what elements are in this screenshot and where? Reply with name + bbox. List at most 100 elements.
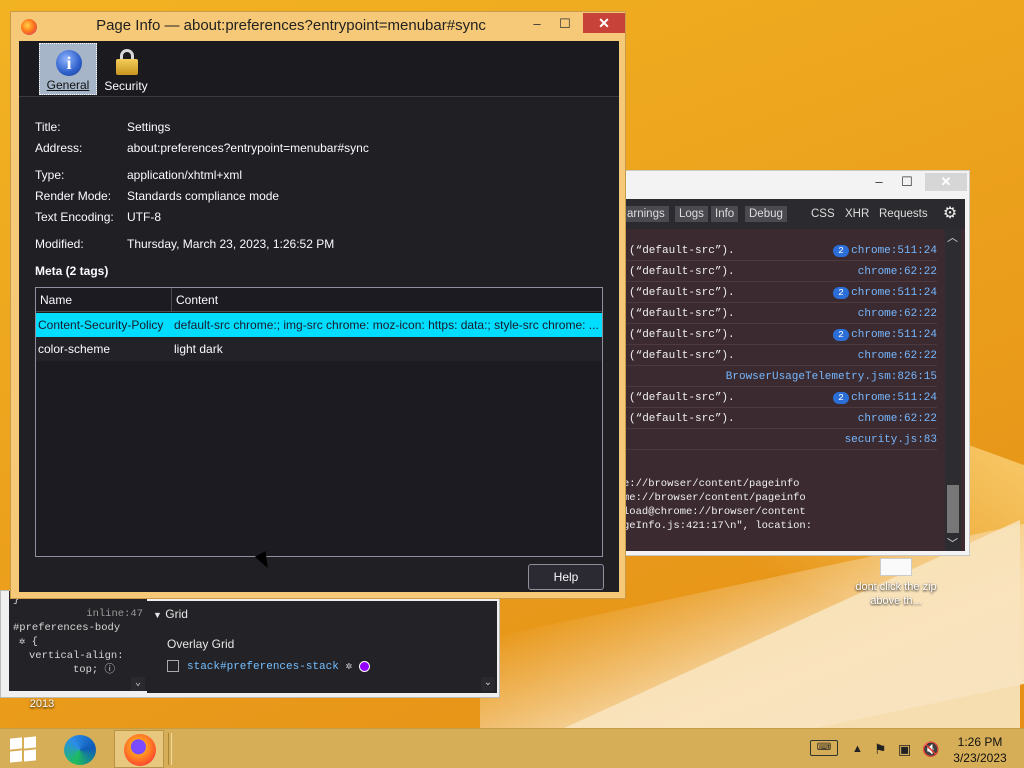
render-mode-value: Standards compliance mode [127, 189, 280, 203]
console-row: (“default-src”). 2 chrome:511:24 [623, 283, 937, 303]
rules-scroll-down[interactable]: ⌄ [131, 677, 145, 691]
filter-debug[interactable]: Debug [745, 206, 787, 222]
filter-xhr[interactable]: XHR [841, 206, 873, 222]
edge-icon [64, 735, 96, 765]
grid-item-row: stack#preferences-stack ✲ [167, 659, 370, 673]
clock-time[interactable]: 1:26 PM [952, 735, 1008, 749]
repeat-badge: 2 [833, 329, 849, 341]
console-message: (“default-src”). [629, 350, 735, 362]
console-message: (“default-src”). [629, 413, 735, 425]
rules-pane: } inline:47 #preferences-body ✲ { vertic… [9, 591, 147, 691]
console-source-link[interactable]: BrowserUsageTelemetry.jsm:826:15 [726, 367, 937, 387]
grid-checkbox[interactable] [167, 660, 179, 673]
scroll-thumb[interactable] [947, 485, 959, 533]
table-row[interactable]: Content-Security-Policy default-src chro… [36, 313, 602, 337]
firefox-icon [21, 19, 37, 35]
chevron-down-icon[interactable]: ﹀ [947, 535, 958, 551]
volume-muted-icon[interactable]: 🔇 [922, 740, 939, 758]
tab-label: Security [104, 79, 148, 93]
dialog-content: i General Security Title: Settings Addre… [19, 41, 619, 592]
modified-value: Thursday, March 23, 2023, 1:26:52 PM [127, 237, 335, 251]
console-row: (“default-src”). chrome:62:22 [623, 262, 937, 282]
console-source-link[interactable]: chrome:511:24 [851, 325, 937, 345]
overlay-grid-label: Overlay Grid [167, 637, 235, 651]
tab-security[interactable]: Security [97, 43, 155, 95]
console-titlebar[interactable]: – ☐ ✕ [623, 171, 969, 195]
desktop-file-icon[interactable] [880, 558, 912, 576]
grid-section-header[interactable]: ▼ Grid [153, 607, 188, 621]
console-source-link[interactable]: chrome:62:22 [858, 262, 937, 282]
filter-css[interactable]: CSS [807, 206, 839, 222]
console-scrollbar[interactable]: ︿ ﹀ [945, 229, 961, 551]
rule-line: ✲ { [19, 636, 38, 648]
console-row: (“default-src”). chrome:62:22 [623, 346, 937, 366]
console-source-link[interactable]: chrome:511:24 [851, 241, 937, 261]
help-button[interactable]: Help [528, 564, 604, 590]
console-window[interactable]: – ☐ ✕ arnings Logs Info Debug CSS XHR Re… [622, 170, 970, 556]
maximize-button[interactable]: ☐ [893, 173, 921, 191]
filter-warnings[interactable]: arnings [623, 206, 669, 222]
column-header-name[interactable]: Name [36, 288, 172, 312]
page-info-dialog[interactable]: Page Info — about:preferences?entrypoint… [10, 11, 626, 599]
encoding-value: UTF-8 [127, 210, 161, 224]
chevron-up-icon[interactable]: ︿ [947, 229, 958, 245]
taskbar-edge-button[interactable] [62, 733, 98, 767]
minimize-button[interactable]: – [523, 15, 551, 33]
repeat-badge: 2 [833, 392, 849, 404]
type-value: application/xhtml+xml [127, 168, 243, 182]
start-button[interactable] [10, 736, 38, 763]
address-label: Address: [35, 141, 83, 155]
table-row[interactable]: color-scheme light dark [36, 337, 602, 361]
gear-icon[interactable]: ✲ [345, 661, 352, 673]
console-message: (“default-src”). [629, 287, 735, 299]
taskbar-separator [168, 733, 172, 765]
filter-info[interactable]: Info [711, 206, 739, 222]
rule-line: #preferences-body [13, 622, 121, 634]
close-button[interactable]: ✕ [925, 173, 967, 191]
clock-date[interactable]: 3/23/2023 [952, 751, 1008, 765]
page-info-tabs: i General Security [19, 41, 619, 97]
chevron-up-icon[interactable]: ▲ [852, 740, 863, 758]
console-source-link[interactable]: chrome:62:22 [858, 304, 937, 324]
taskbar-firefox-button[interactable] [114, 730, 164, 768]
encoding-label: Text Encoding: [35, 210, 114, 224]
console-row: security.js:83 [623, 430, 937, 450]
desktop-year-label: 2013 [29, 698, 55, 710]
repeat-badge: 2 [833, 245, 849, 257]
tab-general[interactable]: i General [39, 43, 97, 95]
minimize-button[interactable]: – [865, 173, 893, 191]
title-value: Settings [127, 120, 171, 134]
flag-icon[interactable]: ⚑ [874, 740, 887, 758]
close-button[interactable]: ✕ [583, 13, 625, 33]
firefox-icon [124, 734, 156, 766]
meta-table[interactable]: Name Content Content-Security-Policy def… [35, 287, 603, 557]
gear-icon[interactable]: ⚙ [941, 205, 959, 223]
filter-logs[interactable]: Logs [675, 206, 708, 222]
console-source-link[interactable]: chrome:62:22 [858, 409, 937, 429]
maximize-button[interactable]: ☐ [551, 15, 579, 33]
stack-line: load@chrome://browser/content [623, 506, 806, 518]
column-header-content[interactable]: Content [172, 288, 602, 312]
lock-icon [115, 49, 139, 75]
desktop-file-label[interactable]: dont click the zip above th... [846, 580, 946, 608]
dialog-titlebar[interactable]: Page Info — about:preferences?entrypoint… [11, 12, 625, 40]
console-source-link[interactable]: chrome:511:24 [851, 388, 937, 408]
info-icon[interactable]: ⓘ [105, 664, 116, 676]
console-message: (“default-src”). [629, 245, 735, 257]
console-source-link[interactable]: chrome:62:22 [858, 346, 937, 366]
gear-icon[interactable]: ✲ [19, 636, 25, 648]
console-source-link[interactable]: chrome:511:24 [851, 283, 937, 303]
layout-scroll-down[interactable]: ⌄ [481, 677, 495, 691]
stack-line: geInfo.js:421:17\n", location: [623, 520, 813, 532]
chevron-down-icon: ▼ [153, 610, 162, 620]
console-row: (“default-src”). 2 chrome:511:24 [623, 388, 937, 408]
filter-requests[interactable]: Requests [875, 206, 932, 222]
inspector-window[interactable]: } inline:47 #preferences-body ✲ { vertic… [0, 590, 500, 698]
info-icon: i [56, 50, 82, 76]
console-source-link[interactable]: security.js:83 [845, 430, 937, 450]
taskbar: ⌨ ▲ ⚑ ▣ 🔇 1:26 PM 3/23/2023 [0, 728, 1024, 768]
keyboard-icon[interactable]: ⌨ [810, 740, 838, 756]
grid-color-swatch[interactable] [358, 660, 370, 672]
network-icon[interactable]: ▣ [898, 740, 911, 758]
meta-heading: Meta (2 tags) [35, 264, 109, 278]
